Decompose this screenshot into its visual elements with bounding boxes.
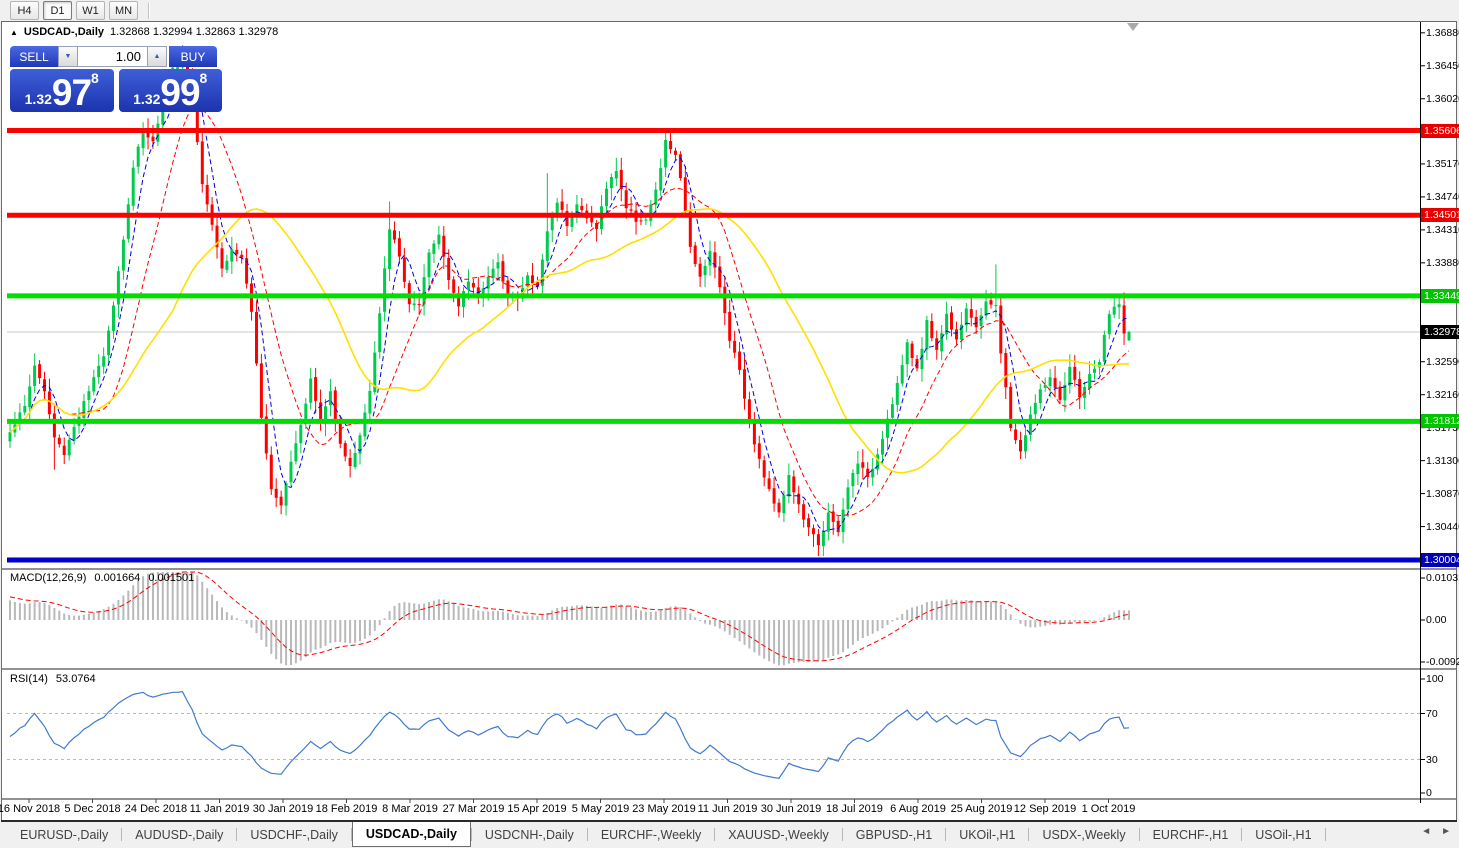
tab-separator bbox=[1325, 828, 1326, 841]
buy-price-big: 99 bbox=[160, 76, 199, 109]
date-label: 27 Mar 2019 bbox=[439, 803, 509, 815]
volume-input[interactable] bbox=[78, 46, 147, 67]
mt4-terminal: H4D1W1MN ▲ USDCAD-,Daily 1.32868 1.32994… bbox=[0, 0, 1459, 848]
rsi-axis-label: 70 bbox=[1426, 708, 1438, 720]
tab-usdx-weekly[interactable]: USDX-,Weekly bbox=[1029, 822, 1138, 847]
macd-axis-label: 0.010311 bbox=[1426, 572, 1459, 584]
buy-price-prefix: 1.32 bbox=[133, 89, 160, 109]
price-badge: 1.33449 bbox=[1421, 289, 1459, 303]
volume-increase-button[interactable]: ▲ bbox=[147, 46, 167, 67]
date-label: 24 Dec 2018 bbox=[121, 803, 191, 815]
chart-symbol-label: USDCAD-,Daily bbox=[24, 26, 104, 38]
macd-indicator-label: MACD(12,26,9) 0.001664 0.001501 bbox=[10, 572, 194, 584]
rsi-value: 53.0764 bbox=[56, 673, 96, 685]
date-label: 30 Jun 2019 bbox=[756, 803, 826, 815]
ma-line-5 bbox=[10, 72, 1129, 532]
price-tick-label: 1.30870 bbox=[1426, 488, 1459, 500]
buy-button[interactable]: BUY bbox=[169, 46, 217, 67]
timeframe-button-h4[interactable]: H4 bbox=[10, 1, 39, 20]
date-label: 5 Dec 2018 bbox=[58, 803, 128, 815]
date-label: 11 Jan 2019 bbox=[185, 803, 255, 815]
date-label: 12 Sep 2019 bbox=[1010, 803, 1080, 815]
price-tick-label: 1.36020 bbox=[1426, 93, 1459, 105]
price-tick-label: 1.34740 bbox=[1426, 191, 1459, 203]
one-click-panel-collapse-icon[interactable]: ▲ bbox=[10, 28, 18, 37]
date-label: 25 Aug 2019 bbox=[947, 803, 1017, 815]
macd-main-value: 0.001664 bbox=[94, 572, 140, 584]
timeframe-toolbar: H4D1W1MN bbox=[0, 0, 1459, 21]
date-label: 15 Apr 2019 bbox=[502, 803, 572, 815]
price-tick-label: 1.32160 bbox=[1426, 389, 1459, 401]
tab-usdcad-daily[interactable]: USDCAD-,Daily bbox=[352, 822, 471, 847]
tab-ukoil-h1[interactable]: UKOil-,H1 bbox=[946, 822, 1028, 847]
sell-button[interactable]: SELL bbox=[10, 46, 58, 67]
date-label: 8 Mar 2019 bbox=[375, 803, 445, 815]
price-badge: 1.34501 bbox=[1421, 208, 1459, 222]
price-tick-label: 1.36450 bbox=[1426, 60, 1459, 72]
buy-price-sup: 8 bbox=[200, 71, 208, 85]
sell-price-sup: 8 bbox=[91, 71, 99, 85]
buy-price-panel[interactable]: 1.32 99 8 bbox=[119, 69, 223, 112]
chart-shift-marker-icon bbox=[1127, 23, 1139, 31]
date-label: 1 Oct 2019 bbox=[1074, 803, 1144, 815]
tabs-scroll-left-icon[interactable]: ◄ bbox=[1421, 826, 1431, 837]
date-label: 18 Feb 2019 bbox=[312, 803, 382, 815]
price-badge: 1.32978 bbox=[1421, 325, 1459, 339]
sell-price-prefix: 1.32 bbox=[25, 89, 52, 109]
chart-canvas[interactable] bbox=[0, 0, 1459, 848]
rsi-axis-label: 30 bbox=[1426, 754, 1438, 766]
tab-eurusd-daily[interactable]: EURUSD-,Daily bbox=[7, 822, 121, 847]
rsi-line bbox=[10, 692, 1129, 779]
tab-xauusd-weekly[interactable]: XAUUSD-,Weekly bbox=[715, 822, 841, 847]
tab-eurchf-h1[interactable]: EURCHF-,H1 bbox=[1140, 822, 1242, 847]
tabs-scroll-right-icon[interactable]: ► bbox=[1441, 826, 1451, 837]
sell-price-big: 97 bbox=[52, 76, 91, 109]
macd-axis-label: 0.00 bbox=[1426, 614, 1446, 626]
date-label: 6 Aug 2019 bbox=[883, 803, 953, 815]
sell-price-panel[interactable]: 1.32 97 8 bbox=[10, 69, 114, 112]
tab-usoil-h1[interactable]: USOil-,H1 bbox=[1242, 822, 1324, 847]
ma-line-13 bbox=[10, 106, 1129, 516]
price-tick-label: 1.34310 bbox=[1426, 224, 1459, 236]
macd-histogram bbox=[10, 572, 1129, 665]
macd-axis-label: -0.00920 bbox=[1426, 656, 1459, 668]
macd-signal-value: 0.001501 bbox=[148, 572, 194, 584]
price-badge: 1.31812 bbox=[1421, 414, 1459, 428]
timeframe-button-mn[interactable]: MN bbox=[109, 1, 138, 20]
price-tick-label: 1.30440 bbox=[1426, 521, 1459, 533]
rsi-name: RSI(14) bbox=[10, 673, 48, 685]
rsi-axis-label: 100 bbox=[1426, 673, 1444, 685]
tabbar-navigation: ◄ ► bbox=[1421, 826, 1451, 837]
volume-decrease-button[interactable]: ▼ bbox=[58, 46, 78, 67]
rsi-axis-label: 0 bbox=[1426, 787, 1432, 799]
tab-eurchf-weekly[interactable]: EURCHF-,Weekly bbox=[588, 822, 714, 847]
price-tick-label: 1.32590 bbox=[1426, 356, 1459, 368]
price-tick-label: 1.36880 bbox=[1426, 27, 1459, 39]
date-label: 30 Jan 2019 bbox=[248, 803, 318, 815]
date-label: 5 May 2019 bbox=[566, 803, 636, 815]
chart-title: ▲ USDCAD-,Daily 1.32868 1.32994 1.32863 … bbox=[10, 26, 278, 38]
timeframe-button-w1[interactable]: W1 bbox=[76, 1, 105, 20]
tab-usdchf-daily[interactable]: USDCHF-,Daily bbox=[237, 822, 351, 847]
price-tick-label: 1.33880 bbox=[1426, 257, 1459, 269]
timeframe-button-d1[interactable]: D1 bbox=[43, 1, 72, 20]
tab-audusd-daily[interactable]: AUDUSD-,Daily bbox=[122, 822, 236, 847]
one-click-trade-panel: SELL ▼ ▲ BUY 1.32 97 8 1.32 99 8 bbox=[10, 46, 222, 112]
price-badge: 1.35606 bbox=[1421, 124, 1459, 138]
symbol-tabbar: EURUSD-,DailyAUDUSD-,DailyUSDCHF-,DailyU… bbox=[1, 820, 1457, 847]
price-badge: 1.30004 bbox=[1421, 553, 1459, 567]
price-tick-label: 1.35170 bbox=[1426, 158, 1459, 170]
macd-name: MACD(12,26,9) bbox=[10, 572, 86, 584]
chart-ohlc-values: 1.32868 1.32994 1.32863 1.32978 bbox=[110, 26, 278, 38]
rsi-indicator-label: RSI(14) 53.0764 bbox=[10, 673, 96, 685]
date-label: 23 May 2019 bbox=[629, 803, 699, 815]
date-label: 16 Nov 2018 bbox=[0, 803, 64, 815]
toolbar-separator bbox=[148, 3, 150, 19]
date-label: 11 Jun 2019 bbox=[693, 803, 763, 815]
date-label: 18 Jul 2019 bbox=[820, 803, 890, 815]
price-tick-label: 1.31300 bbox=[1426, 455, 1459, 467]
tab-usdcnh-daily[interactable]: USDCNH-,Daily bbox=[472, 822, 587, 847]
tab-gbpusd-h1[interactable]: GBPUSD-,H1 bbox=[843, 822, 945, 847]
